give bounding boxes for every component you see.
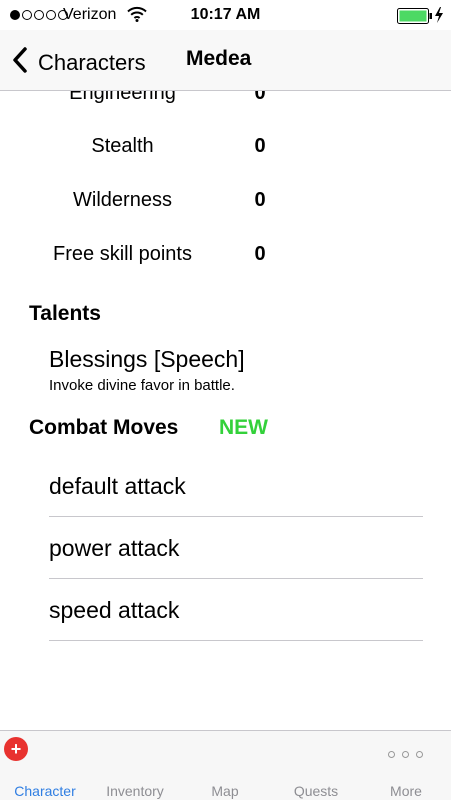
charging-icon (434, 7, 444, 28)
back-button-label: Characters (38, 49, 146, 75)
status-bar: Verizon 10:17 AM (0, 0, 451, 30)
character-detail-content[interactable]: Engineering 0 Stealth 0 Wilderness 0 Fre… (0, 91, 451, 730)
combat-move-label: speed attack (49, 597, 180, 623)
talent-name[interactable]: Blessings [Speech] (49, 346, 245, 373)
skill-row: Engineering 0 (0, 91, 451, 112)
skill-value: 0 (254, 135, 266, 157)
talents-heading: Talents (29, 302, 101, 325)
skill-name: Wilderness (73, 189, 172, 211)
skill-name: Stealth (91, 135, 154, 157)
skill-value: 0 (254, 189, 266, 211)
tab-quests[interactable]: Quests (271, 783, 361, 799)
add-button[interactable]: + (4, 737, 28, 761)
new-badge: NEW (219, 416, 268, 439)
navigation-bar: Characters Medea (0, 30, 451, 91)
combat-move-label: default attack (49, 473, 186, 499)
combat-move-item[interactable]: power attack (49, 517, 423, 579)
more-icon (388, 751, 423, 758)
skill-value: 0 (254, 91, 266, 104)
back-button[interactable]: Characters (8, 44, 146, 81)
tab-bar: + Character Inventory Map Quests More (0, 730, 451, 800)
skill-name: Engineering (69, 91, 176, 104)
screen: Verizon 10:17 AM Characters Medea Engine… (0, 0, 451, 800)
combat-move-label: power attack (49, 535, 180, 561)
combat-move-item[interactable]: default attack (49, 455, 423, 517)
tab-more[interactable]: More (361, 783, 451, 799)
page-title: Medea (186, 47, 252, 70)
chevron-left-icon (8, 44, 34, 81)
skill-row: Wilderness 0 (0, 189, 451, 219)
talent-description: Invoke divine favor in battle. (49, 377, 235, 394)
skill-value: 0 (254, 243, 266, 265)
battery-icon (397, 8, 433, 29)
skill-row: Stealth 0 (0, 135, 451, 165)
clock: 10:17 AM (190, 6, 261, 23)
tab-character[interactable]: Character (0, 783, 90, 799)
tab-inventory[interactable]: Inventory (90, 783, 180, 799)
tab-map[interactable]: Map (180, 783, 270, 799)
combat-moves-heading: Combat Moves (29, 416, 179, 439)
combat-move-item[interactable]: speed attack (49, 579, 423, 641)
skill-name: Free skill points (53, 243, 192, 265)
skill-row: Free skill points 0 (0, 243, 451, 273)
